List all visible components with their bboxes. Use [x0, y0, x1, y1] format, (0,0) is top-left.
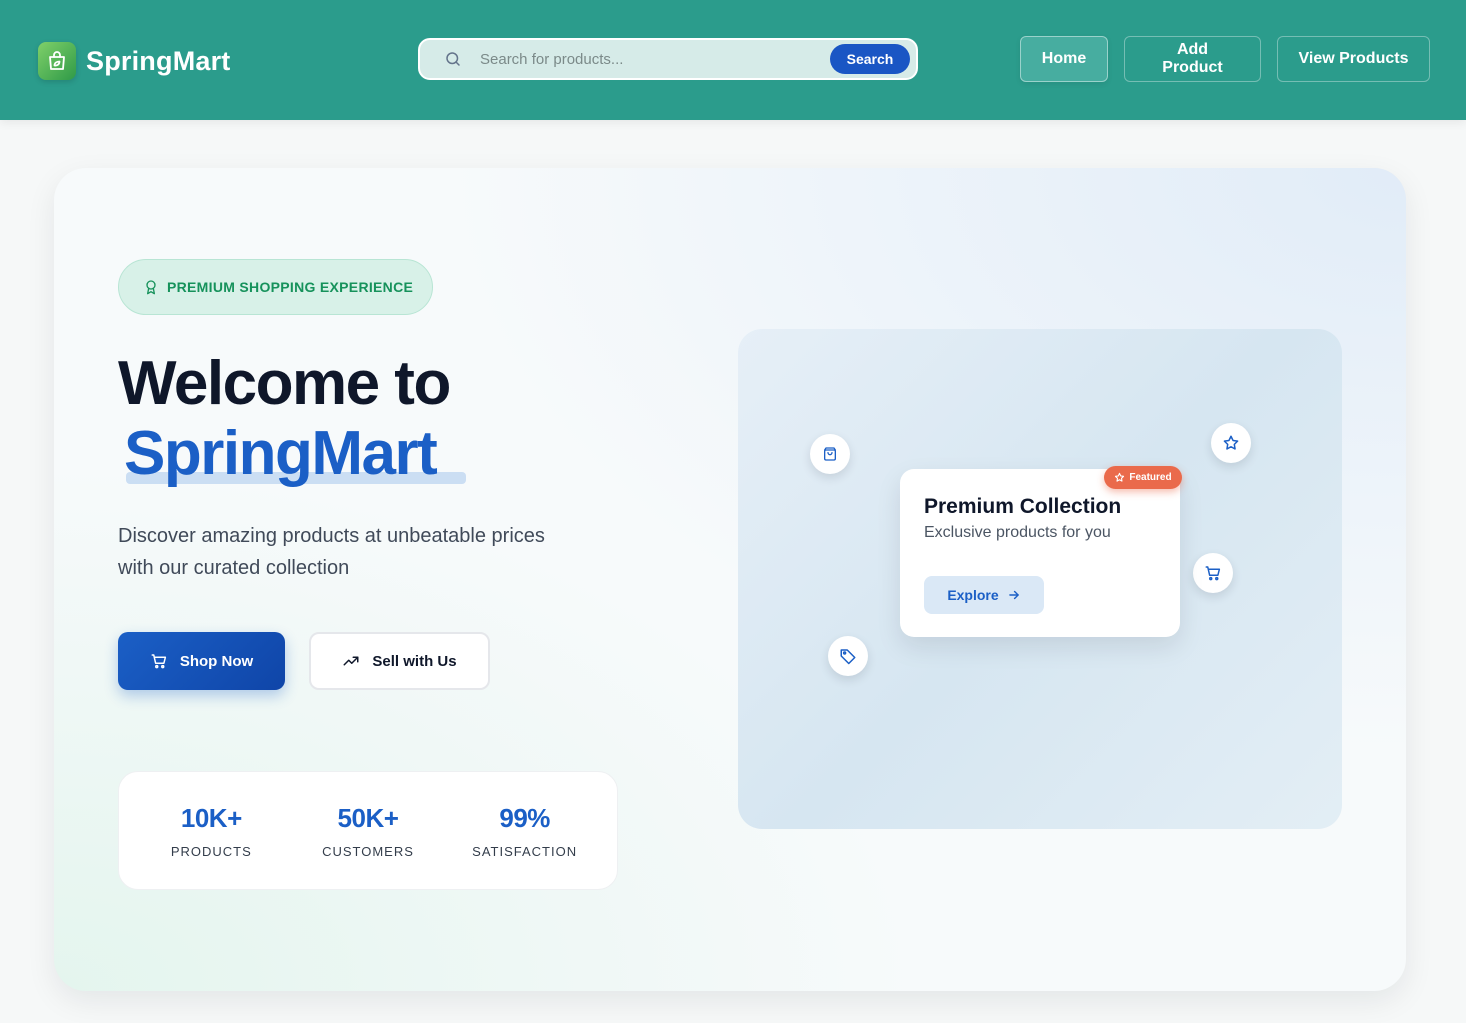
hero-title-line1: Welcome to	[118, 349, 451, 418]
stat-satisfaction: 99% SATISFACTION	[450, 803, 600, 859]
cart-icon	[151, 654, 166, 669]
shopping-bag-icon	[810, 434, 850, 474]
stat-label: PRODUCTS	[170, 843, 252, 859]
hero-title-line2: SpringMart	[124, 419, 438, 488]
arrow-right-icon	[1008, 590, 1019, 600]
premium-badge: PREMIUM SHOPPING EXPERIENCE	[118, 259, 433, 315]
stat-products: 10K+ PRODUCTS	[136, 803, 286, 859]
featured-badge: Featured	[1104, 466, 1182, 489]
sell-with-us-label: Sell with Us	[372, 652, 457, 670]
premium-badge-label: PREMIUM SHOPPING EXPERIENCE	[167, 279, 414, 295]
nav-add-product-button[interactable]: Add Product	[1124, 36, 1261, 82]
search-input[interactable]	[480, 40, 830, 78]
main-nav: Home Add Product View Products	[1020, 36, 1430, 82]
search-button[interactable]: Search	[830, 44, 910, 74]
nav-home-button[interactable]: Home	[1020, 36, 1108, 82]
explore-button[interactable]: Explore	[924, 576, 1044, 614]
stat-value: 99%	[499, 802, 550, 833]
shop-now-label: Shop Now	[179, 652, 254, 670]
star-icon	[1115, 472, 1125, 482]
stats-panel: 10K+ PRODUCTS 50K+ CUSTOMERS 99% SATISFA…	[118, 771, 618, 890]
sell-with-us-button[interactable]: Sell with Us	[309, 632, 490, 690]
premium-collection-card: Premium Collection Exclusive products fo…	[900, 469, 1180, 637]
stat-label: SATISFACTION	[472, 843, 578, 859]
search-icon	[446, 52, 460, 66]
card-title: Premium Collection	[924, 495, 1122, 518]
stat-label: CUSTOMERS	[322, 843, 414, 859]
nav-view-products-button[interactable]: View Products	[1277, 36, 1430, 82]
stat-value: 10K+	[180, 802, 242, 833]
shop-now-button[interactable]: Shop Now	[118, 632, 285, 690]
stat-customers: 50K+ CUSTOMERS	[293, 803, 443, 859]
shopping-bag-leaf-icon	[38, 42, 76, 80]
star-icon	[1211, 423, 1251, 463]
tag-icon	[828, 636, 868, 676]
featured-label: Featured	[1129, 472, 1172, 483]
award-icon	[146, 280, 156, 295]
search-bar: Search	[418, 38, 918, 80]
brand-name: SpringMart	[86, 45, 231, 76]
top-navbar: SpringMart Search Home Add Product View …	[0, 0, 1466, 120]
card-subtitle: Exclusive products for you	[924, 524, 1111, 541]
brand-logo[interactable]: SpringMart	[38, 41, 231, 81]
explore-label: Explore	[947, 587, 999, 603]
cart-icon	[1193, 553, 1233, 593]
hero-subtitle: Discover amazing products at unbeatable …	[118, 525, 545, 579]
stat-value: 50K+	[337, 802, 399, 833]
trending-up-icon	[343, 656, 359, 666]
